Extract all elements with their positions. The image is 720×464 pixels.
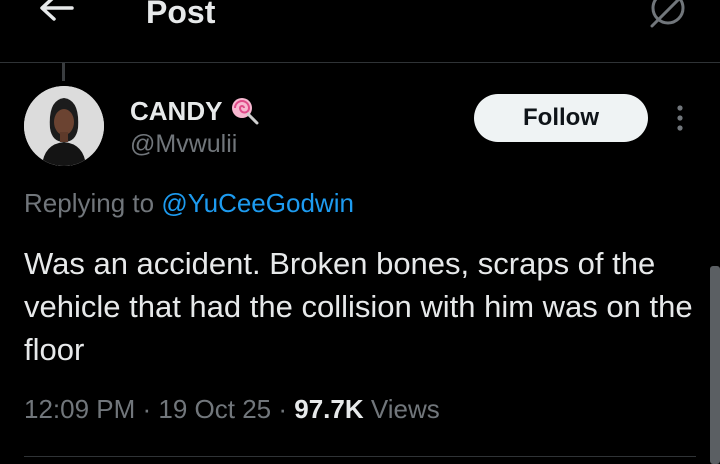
scrollbar[interactable]: [710, 266, 720, 464]
author-name-row[interactable]: CANDY: [130, 94, 260, 128]
views-label: Views: [363, 394, 440, 424]
reply-handle-link[interactable]: @YuCeeGodwin: [161, 188, 354, 218]
grok-icon[interactable]: [646, 0, 692, 34]
tweet-date[interactable]: 19 Oct 25: [158, 394, 271, 424]
page-title: Post: [146, 0, 216, 30]
meta-separator: ·: [271, 394, 295, 424]
replying-to-label: Replying to: [24, 188, 162, 218]
more-vertical-icon[interactable]: [668, 100, 692, 136]
divider: [24, 456, 696, 457]
author-name: CANDY: [130, 95, 223, 126]
author-handle[interactable]: @Mvwulii: [130, 130, 237, 159]
meta-separator: ·: [135, 394, 159, 424]
avatar-image: [24, 86, 104, 166]
views-count[interactable]: 97.7K: [294, 394, 363, 424]
tweet-time[interactable]: 12:09 PM: [24, 394, 135, 424]
arrow-left-icon[interactable]: [36, 0, 76, 30]
avatar[interactable]: [24, 86, 104, 166]
lollipop-emoji-icon: [232, 98, 259, 125]
tweet-meta: 12:09 PM · 19 Oct 25 · 97.7K Views: [24, 394, 440, 425]
top-bar: Post: [0, 0, 720, 63]
tweet-text: Was an accident. Broken bones, scraps of…: [24, 246, 693, 367]
thread-connector: [62, 63, 65, 81]
follow-button[interactable]: Follow: [474, 94, 648, 142]
replying-to: Replying to @YuCeeGodwin: [24, 188, 354, 219]
